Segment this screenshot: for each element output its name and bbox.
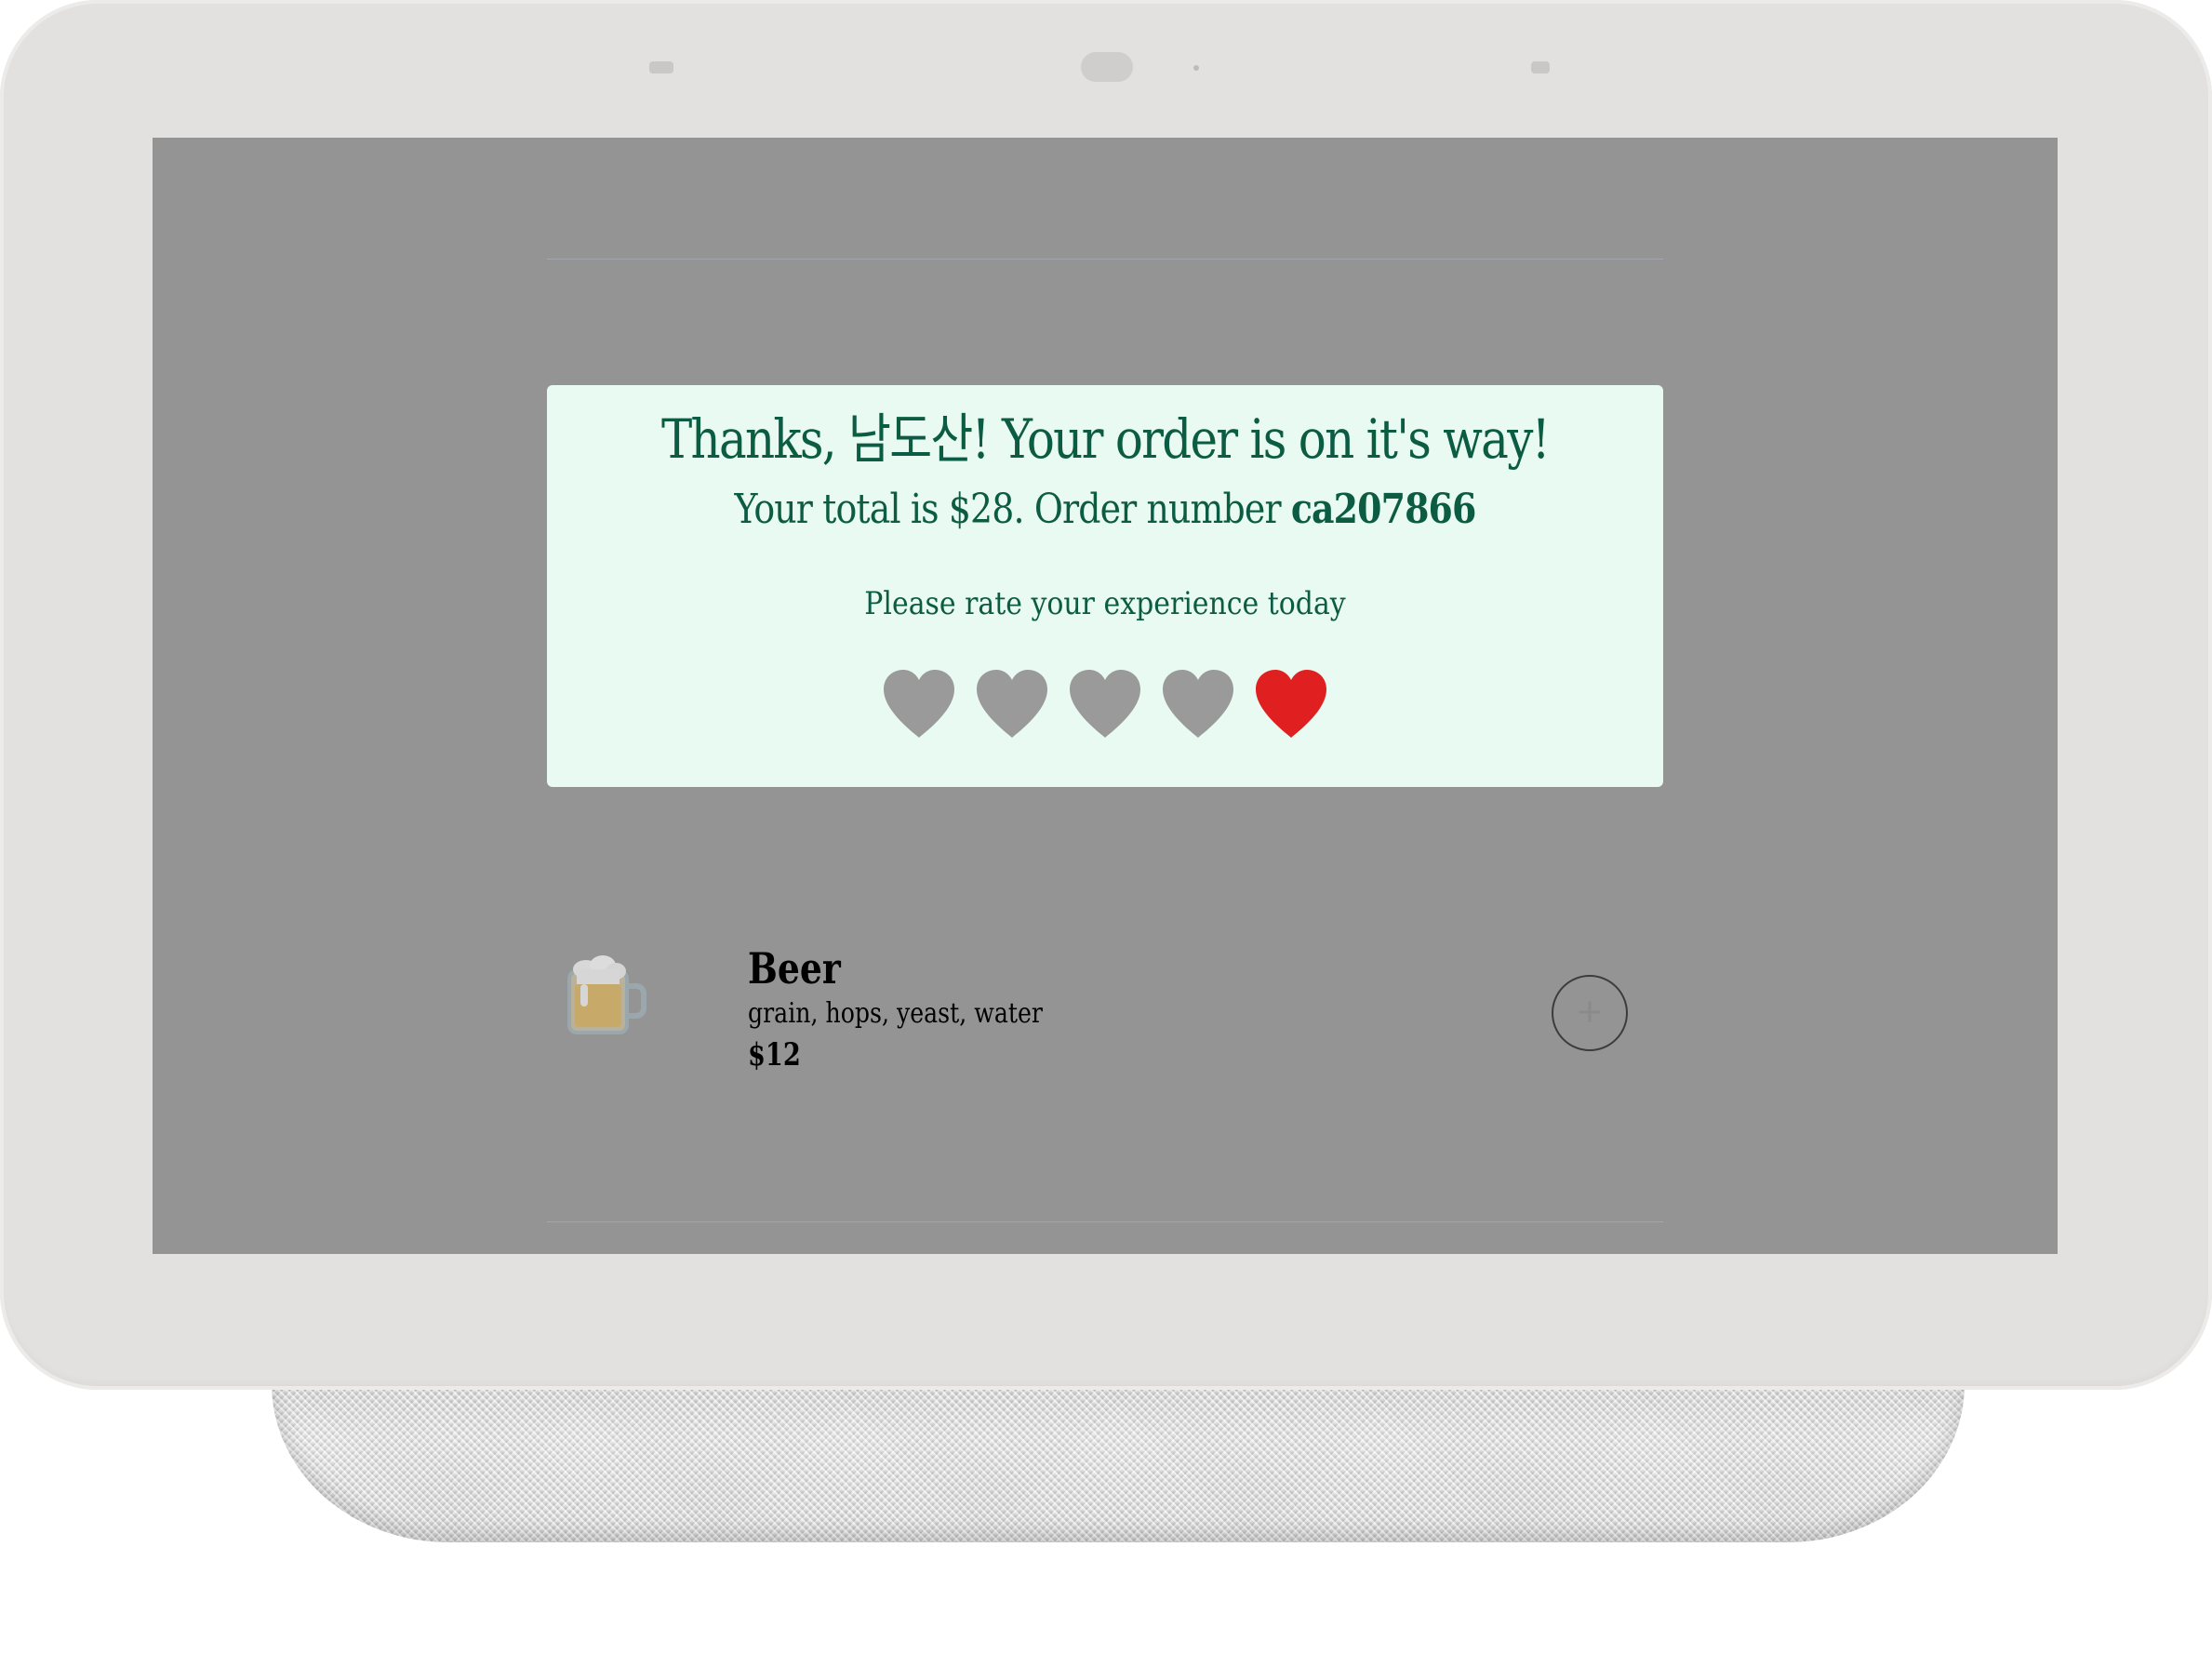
rating-heart-1-icon[interactable]: [880, 667, 958, 741]
camera-sensor: [1081, 52, 1133, 82]
divider-bottom: [547, 1221, 1663, 1222]
fabric-stand: [272, 1367, 1965, 1542]
rating-hearts: [547, 667, 1663, 741]
menu-item-name: Beer: [748, 943, 841, 994]
microphone-left: [649, 61, 673, 73]
confirmation-title: Thanks, 남도산! Your order is on it's way!: [660, 407, 1551, 471]
menu-item-price: $12: [748, 1036, 801, 1074]
menu-item-description: grain, hops, yeast, water: [748, 997, 1043, 1030]
rating-prompt: Please rate your experience today: [864, 585, 1346, 622]
menu-item-beer: Beer grain, hops, yeast, water $12 +: [547, 938, 1663, 1105]
add-to-order-button[interactable]: +: [1552, 975, 1628, 1051]
beer-mug-icon: [562, 951, 651, 1040]
order-total-line: Your total is $28. Order number ca207866: [625, 482, 1585, 538]
screen: Thanks, 남도산! Your order is on it's way! …: [153, 138, 2058, 1254]
order-confirmation-card: Thanks, 남도산! Your order is on it's way! …: [547, 385, 1663, 787]
divider-top: [547, 259, 1663, 260]
rating-heart-3-icon[interactable]: [1066, 667, 1144, 741]
microphone-right: [1531, 61, 1550, 73]
order-number: ca207866: [1290, 486, 1477, 533]
rating-heart-4-icon[interactable]: [1159, 667, 1237, 741]
rating-heart-2-icon[interactable]: [973, 667, 1051, 741]
device-bezel: Thanks, 남도산! Your order is on it's way! …: [0, 0, 2212, 1390]
device-stage: Thanks, 남도산! Your order is on it's way! …: [0, 0, 2212, 1667]
order-total-text: Your total is $28. Order number: [734, 486, 1291, 533]
rating-heart-5-icon[interactable]: [1252, 667, 1330, 741]
light-sensor: [1193, 65, 1199, 71]
